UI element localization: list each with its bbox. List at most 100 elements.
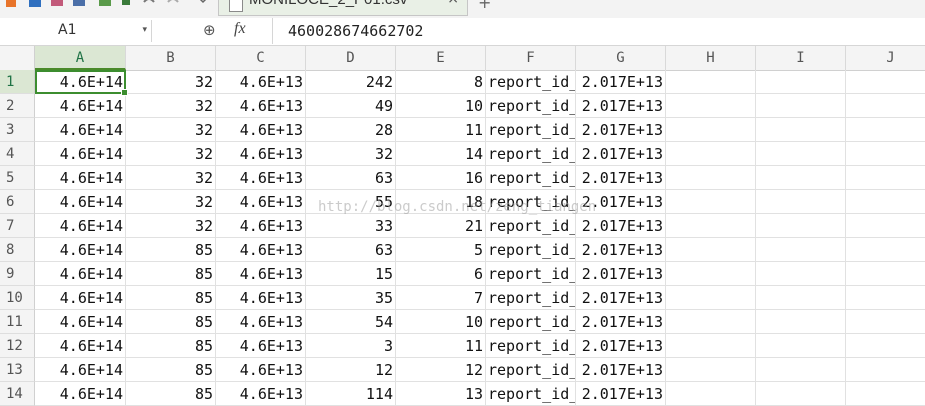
cell-d13[interactable]: 12 bbox=[306, 358, 396, 382]
tab-csv-file[interactable]: MONILOCE_2_P01.csv × bbox=[218, 0, 468, 16]
cell-j11[interactable] bbox=[846, 310, 925, 334]
cell-h4[interactable] bbox=[666, 142, 756, 166]
cell-a6[interactable]: 4.6E+14 bbox=[35, 190, 126, 214]
cell-j5[interactable] bbox=[846, 166, 925, 190]
cell-a1[interactable]: 4.6E+14 bbox=[35, 70, 126, 94]
column-header-e[interactable]: E bbox=[396, 46, 486, 70]
select-all-button[interactable] bbox=[0, 46, 35, 70]
cell-b5[interactable]: 32 bbox=[126, 166, 216, 190]
cell-b4[interactable]: 32 bbox=[126, 142, 216, 166]
cell-i7[interactable] bbox=[756, 214, 846, 238]
cell-d7[interactable]: 33 bbox=[306, 214, 396, 238]
format-painter-icon[interactable] bbox=[120, 0, 134, 8]
cell-b3[interactable]: 32 bbox=[126, 118, 216, 142]
cell-g9[interactable]: 2.017E+13 bbox=[576, 262, 666, 286]
cell-j2[interactable] bbox=[846, 94, 925, 118]
cell-i14[interactable] bbox=[756, 382, 846, 406]
cell-b11[interactable]: 85 bbox=[126, 310, 216, 334]
cell-e5[interactable]: 16 bbox=[396, 166, 486, 190]
cell-g3[interactable]: 2.017E+13 bbox=[576, 118, 666, 142]
cell-h10[interactable] bbox=[666, 286, 756, 310]
cell-h7[interactable] bbox=[666, 214, 756, 238]
column-header-b[interactable]: B bbox=[126, 46, 216, 70]
cell-f10[interactable]: report_id_ bbox=[486, 286, 576, 310]
cell-a4[interactable]: 4.6E+14 bbox=[35, 142, 126, 166]
cell-d10[interactable]: 35 bbox=[306, 286, 396, 310]
cell-d5[interactable]: 63 bbox=[306, 166, 396, 190]
cell-d11[interactable]: 54 bbox=[306, 310, 396, 334]
cell-c1[interactable]: 4.6E+13 bbox=[216, 70, 306, 94]
cell-f1[interactable]: report_id_ bbox=[486, 70, 576, 94]
cell-h5[interactable] bbox=[666, 166, 756, 190]
print-preview-icon[interactable] bbox=[50, 0, 64, 8]
cell-d3[interactable]: 28 bbox=[306, 118, 396, 142]
cell-h13[interactable] bbox=[666, 358, 756, 382]
undo-icon[interactable] bbox=[142, 0, 156, 8]
cell-b2[interactable]: 32 bbox=[126, 94, 216, 118]
cell-d12[interactable]: 3 bbox=[306, 334, 396, 358]
row-header[interactable]: 8 bbox=[0, 238, 35, 262]
cell-d9[interactable]: 15 bbox=[306, 262, 396, 286]
cell-b1[interactable]: 32 bbox=[126, 70, 216, 94]
cell-a12[interactable]: 4.6E+14 bbox=[35, 334, 126, 358]
cell-f4[interactable]: report_id_ bbox=[486, 142, 576, 166]
close-icon[interactable]: × bbox=[447, 0, 459, 7]
cell-g12[interactable]: 2.017E+13 bbox=[576, 334, 666, 358]
zoom-icon[interactable]: ⊕ bbox=[203, 21, 216, 39]
cell-c6[interactable]: 4.6E+13 bbox=[216, 190, 306, 214]
cell-i11[interactable] bbox=[756, 310, 846, 334]
cell-h11[interactable] bbox=[666, 310, 756, 334]
cell-a9[interactable]: 4.6E+14 bbox=[35, 262, 126, 286]
print-icon[interactable] bbox=[72, 0, 86, 8]
cell-j12[interactable] bbox=[846, 334, 925, 358]
cell-j13[interactable] bbox=[846, 358, 925, 382]
cell-b7[interactable]: 32 bbox=[126, 214, 216, 238]
row-header[interactable]: 5 bbox=[0, 166, 35, 190]
formula-input[interactable]: 460028674662702 bbox=[272, 18, 925, 44]
cell-h2[interactable] bbox=[666, 94, 756, 118]
cell-j3[interactable] bbox=[846, 118, 925, 142]
cell-h6[interactable] bbox=[666, 190, 756, 214]
cell-g8[interactable]: 2.017E+13 bbox=[576, 238, 666, 262]
cell-d2[interactable]: 49 bbox=[306, 94, 396, 118]
cell-i6[interactable] bbox=[756, 190, 846, 214]
cell-a5[interactable]: 4.6E+14 bbox=[35, 166, 126, 190]
cell-b9[interactable]: 85 bbox=[126, 262, 216, 286]
cell-i5[interactable] bbox=[756, 166, 846, 190]
cell-e9[interactable]: 6 bbox=[396, 262, 486, 286]
cell-j8[interactable] bbox=[846, 238, 925, 262]
cell-c11[interactable]: 4.6E+13 bbox=[216, 310, 306, 334]
cell-h14[interactable] bbox=[666, 382, 756, 406]
cell-c13[interactable]: 4.6E+13 bbox=[216, 358, 306, 382]
redo-icon[interactable] bbox=[166, 0, 180, 8]
cell-d1[interactable]: 242 bbox=[306, 70, 396, 94]
cell-d6[interactable]: 55 bbox=[306, 190, 396, 214]
cell-i8[interactable] bbox=[756, 238, 846, 262]
cell-g6[interactable]: 2.017E+13 bbox=[576, 190, 666, 214]
row-header[interactable]: 6 bbox=[0, 190, 35, 214]
cell-c10[interactable]: 4.6E+13 bbox=[216, 286, 306, 310]
cell-d4[interactable]: 32 bbox=[306, 142, 396, 166]
cell-c3[interactable]: 4.6E+13 bbox=[216, 118, 306, 142]
cell-f11[interactable]: report_id_ bbox=[486, 310, 576, 334]
cell-g1[interactable]: 2.017E+13 bbox=[576, 70, 666, 94]
chevron-down-icon[interactable]: ▾ bbox=[142, 25, 147, 35]
cell-h1[interactable] bbox=[666, 70, 756, 94]
cell-b8[interactable]: 85 bbox=[126, 238, 216, 262]
row-header[interactable]: 13 bbox=[0, 358, 35, 382]
cell-j4[interactable] bbox=[846, 142, 925, 166]
cell-c8[interactable]: 4.6E+13 bbox=[216, 238, 306, 262]
cell-e6[interactable]: 18 bbox=[396, 190, 486, 214]
cell-f9[interactable]: report_id_ bbox=[486, 262, 576, 286]
export-icon[interactable] bbox=[98, 0, 112, 8]
cell-d8[interactable]: 63 bbox=[306, 238, 396, 262]
column-header-a[interactable]: A bbox=[35, 46, 126, 70]
cell-g2[interactable]: 2.017E+13 bbox=[576, 94, 666, 118]
column-header-g[interactable]: G bbox=[576, 46, 666, 70]
cell-j9[interactable] bbox=[846, 262, 925, 286]
cell-d14[interactable]: 114 bbox=[306, 382, 396, 406]
cell-g10[interactable]: 2.017E+13 bbox=[576, 286, 666, 310]
name-box[interactable]: A1 ▾ bbox=[0, 20, 152, 42]
column-header-c[interactable]: C bbox=[216, 46, 306, 70]
cell-i12[interactable] bbox=[756, 334, 846, 358]
